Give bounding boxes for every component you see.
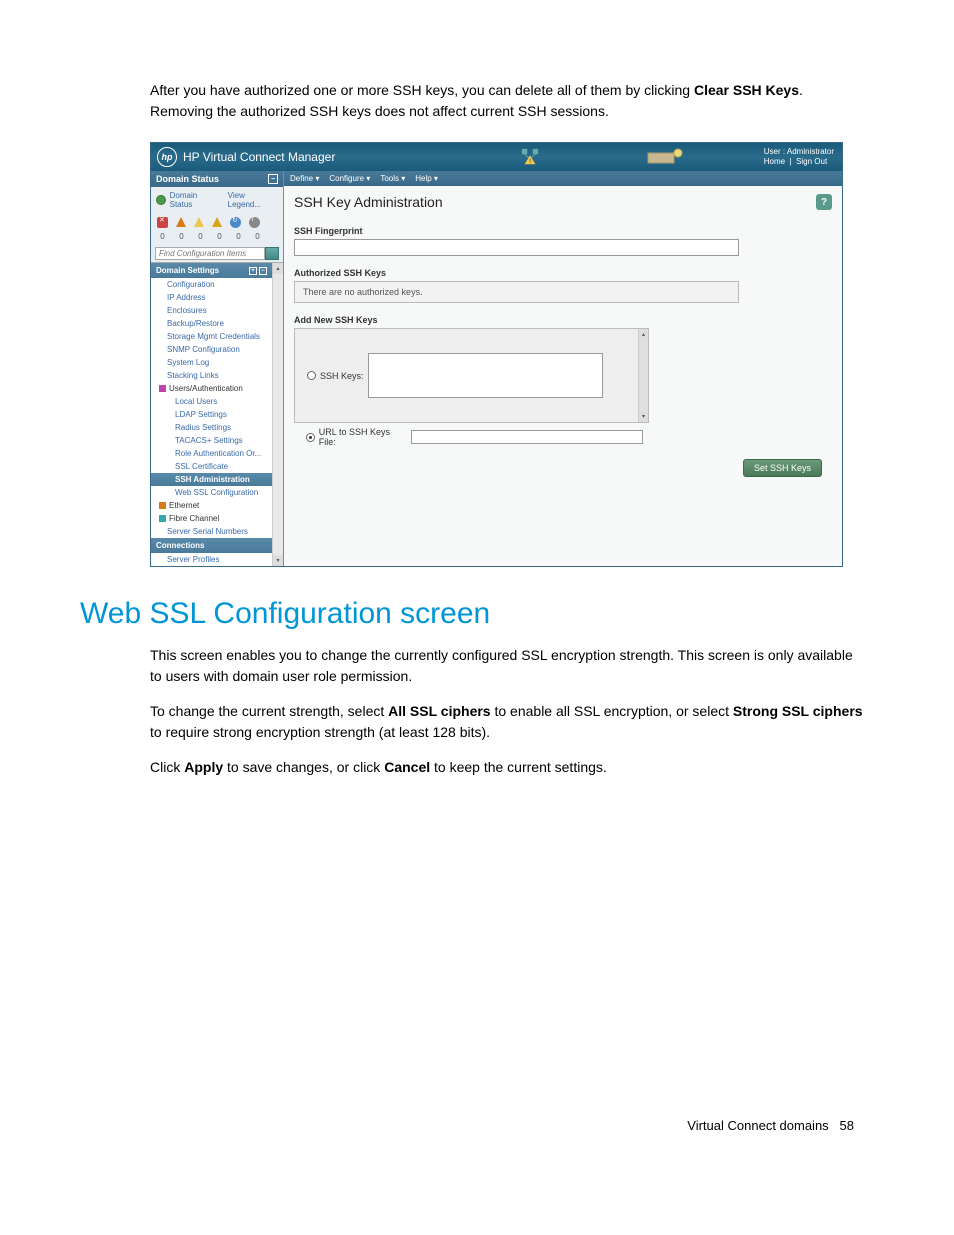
add-keys-panel: SSH Keys: ▴ ▾ <box>294 328 649 423</box>
nav-enclosures[interactable]: Enclosures <box>151 304 272 317</box>
para-1: This screen enables you to change the cu… <box>150 645 864 687</box>
nav-tacacs[interactable]: TACACS+ Settings <box>151 434 272 447</box>
nav-ssh-admin[interactable]: SSH Administration <box>151 473 272 486</box>
nav-users-auth[interactable]: Users/Authentication <box>151 382 272 395</box>
view-legend-link[interactable]: View Legend... <box>228 191 278 209</box>
svg-text:!: ! <box>529 156 531 165</box>
collapse-all-icon[interactable]: − <box>259 267 267 275</box>
nav-backup-restore[interactable]: Backup/Restore <box>151 317 272 330</box>
domain-settings-header[interactable]: Domain Settings +− <box>151 263 272 278</box>
info-icon <box>249 217 260 228</box>
para-2: To change the current strength, select A… <box>150 701 864 743</box>
scroll-up-icon[interactable]: ▴ <box>639 329 648 340</box>
scroll-down-icon[interactable]: ▾ <box>639 411 648 422</box>
nav-system-log[interactable]: System Log <box>151 356 272 369</box>
nav-ssl-cert[interactable]: SSL Certificate <box>151 460 272 473</box>
status-ok-icon <box>156 195 166 205</box>
nav-ldap[interactable]: LDAP Settings <box>151 408 272 421</box>
warning-icon <box>212 217 222 227</box>
set-ssh-keys-button[interactable]: Set SSH Keys <box>743 459 822 477</box>
domain-status-header: Domain Status − <box>151 171 283 187</box>
url-radio[interactable] <box>306 433 315 442</box>
error-icon <box>157 217 168 228</box>
nav-radius[interactable]: Radius Settings <box>151 421 272 434</box>
menu-tools[interactable]: Tools ▾ <box>380 174 405 183</box>
menu-configure[interactable]: Configure ▾ <box>329 174 370 183</box>
nav-configuration[interactable]: Configuration <box>151 278 272 291</box>
main-menu: Define ▾ Configure ▾ Tools ▾ Help ▾ <box>284 171 842 186</box>
nav-ethernet[interactable]: Ethernet <box>151 499 272 512</box>
status-counts: 0 0 0 0 0 0 <box>151 232 283 245</box>
nav-local-users[interactable]: Local Users <box>151 395 272 408</box>
nav-fibre[interactable]: Fibre Channel <box>151 512 272 525</box>
help-icon[interactable]: ? <box>816 194 832 210</box>
hp-logo-icon: hp <box>157 147 177 167</box>
minor-icon <box>194 217 204 227</box>
nav-role-auth[interactable]: Role Authentication Or... <box>151 447 272 460</box>
network-warning-icon[interactable]: ! <box>521 148 539 168</box>
menu-define[interactable]: Define ▾ <box>290 174 319 183</box>
authorized-keys-box: There are no authorized keys. <box>294 281 739 303</box>
nav-tree: Domain Settings +− Configuration IP Addr… <box>151 262 283 566</box>
app-screenshot: hp HP Virtual Connect Manager ! User : A… <box>150 142 843 567</box>
nav-snmp[interactable]: SNMP Configuration <box>151 343 272 356</box>
nav-server-serial[interactable]: Server Serial Numbers <box>151 525 272 538</box>
nav-ip-address[interactable]: IP Address <box>151 291 272 304</box>
nav-stacking-links[interactable]: Stacking Links <box>151 369 272 382</box>
ssh-fingerprint-input[interactable] <box>294 239 739 256</box>
square-icon <box>159 515 166 522</box>
add-new-label: Add New SSH Keys <box>294 315 832 325</box>
ssh-keys-radio[interactable] <box>307 371 316 380</box>
tree-scrollbar[interactable]: ▴ ▾ <box>272 263 283 566</box>
intro-paragraph: After you have authorized one or more SS… <box>150 80 864 122</box>
main-panel: Define ▾ Configure ▾ Tools ▾ Help ▾ SSH … <box>284 171 842 566</box>
enclosure-icon[interactable] <box>646 147 686 169</box>
find-input[interactable] <box>155 247 265 260</box>
nav-web-ssl[interactable]: Web SSL Configuration <box>151 486 272 499</box>
menu-help[interactable]: Help ▾ <box>415 174 438 183</box>
ssh-keys-textarea[interactable] <box>368 353 603 398</box>
user-info: User : Administrator Home | Sign Out <box>764 147 834 166</box>
url-radio-label: URL to SSH Keys File: <box>319 427 407 447</box>
search-button[interactable] <box>265 247 279 260</box>
app-topbar: hp HP Virtual Connect Manager ! User : A… <box>151 143 842 171</box>
square-icon <box>159 385 166 392</box>
nav-server-profiles[interactable]: Server Profiles <box>151 553 272 566</box>
panel-scrollbar[interactable]: ▴ ▾ <box>638 329 648 422</box>
url-input[interactable] <box>411 430 643 444</box>
para-3: Click Apply to save changes, or click Ca… <box>150 757 864 778</box>
page-title: SSH Key Administration <box>294 194 443 210</box>
refresh-icon <box>230 217 241 228</box>
scroll-down-icon[interactable]: ▾ <box>273 555 283 566</box>
page-footer: Virtual Connect domains 58 <box>80 1118 864 1133</box>
app-title: HP Virtual Connect Manager <box>183 150 335 164</box>
connections-header[interactable]: Connections <box>151 538 272 553</box>
scroll-up-icon[interactable]: ▴ <box>273 263 283 274</box>
major-icon <box>176 217 186 227</box>
domain-status-link[interactable]: Domain Status <box>170 191 220 209</box>
left-panel: Domain Status − Domain Status View Legen… <box>151 171 284 566</box>
collapse-icon[interactable]: − <box>268 174 278 184</box>
nav-storage-mgmt[interactable]: Storage Mgmt Credentials <box>151 330 272 343</box>
authorized-keys-label: Authorized SSH Keys <box>294 268 832 278</box>
square-icon <box>159 502 166 509</box>
ssh-fingerprint-label: SSH Fingerprint <box>294 226 832 236</box>
signout-link[interactable]: Sign Out <box>796 157 827 166</box>
expand-all-icon[interactable]: + <box>249 267 257 275</box>
section-heading: Web SSL Configuration screen <box>80 597 864 631</box>
ssh-keys-radio-label: SSH Keys: <box>320 371 364 381</box>
home-link[interactable]: Home <box>764 157 785 166</box>
